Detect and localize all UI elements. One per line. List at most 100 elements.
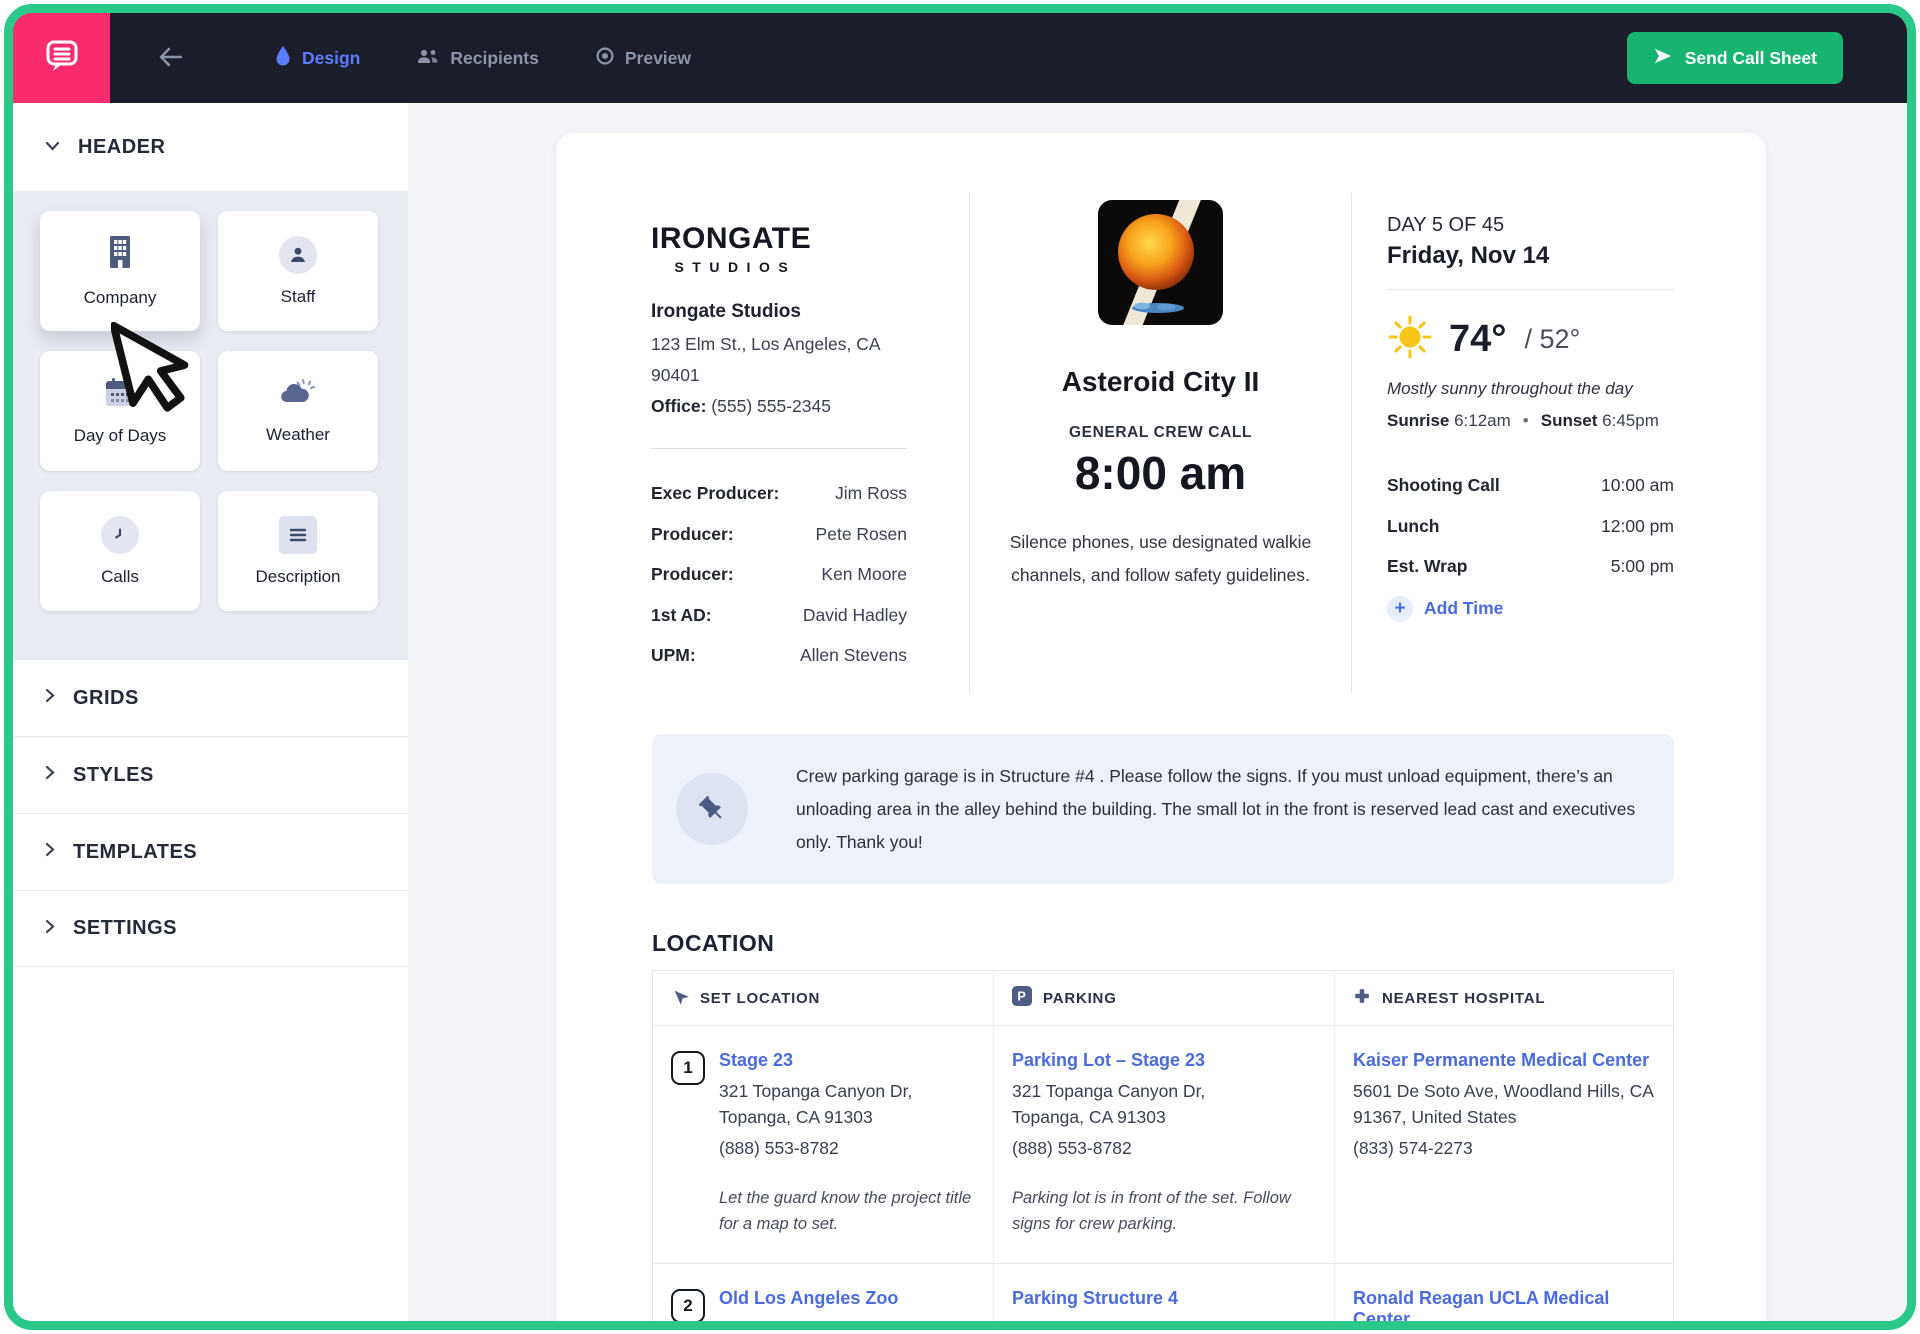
time-row: Lunch12:00 pm (1387, 506, 1674, 547)
tile-company[interactable]: Company (40, 211, 200, 331)
send-button-label: Send Call Sheet (1685, 48, 1817, 69)
person-icon (279, 236, 317, 274)
hospital-cell: Kaiser Permanente Medical Center 5601 De… (1335, 1026, 1675, 1263)
tile-staff[interactable]: Staff (218, 211, 378, 331)
tile-description[interactable]: Description (218, 491, 378, 611)
company-logo-line2: STUDIOS (651, 259, 820, 275)
company-office-line: Office: (555) 555-2345 (651, 391, 907, 422)
sunrise-sunset-row: Sunrise 6:12am•Sunset 6:45pm (1387, 411, 1674, 431)
production-block[interactable]: Asteroid City II GENERAL CREW CALL 8:00 … (969, 193, 1352, 693)
parking-phone: (888) 553-8782 (1012, 1138, 1314, 1159)
weather-summary: Mostly sunny throughout the day (1387, 379, 1674, 399)
parking-cell: Parking Lot – Stage 23 321 Topanga Canyo… (994, 1026, 1335, 1263)
tab-label: Preview (625, 48, 691, 69)
set-location-address: 321 Topanga Canyon Dr, Topanga, CA 91303 (719, 1079, 973, 1130)
parking-link[interactable]: Parking Lot – Stage 23 (1012, 1050, 1314, 1071)
editor-canvas: IRONGATE STUDIOS Irongate Studios 123 El… (408, 103, 1907, 1321)
location-section-title: LOCATION (652, 930, 1766, 957)
calendar-icon (103, 376, 137, 413)
production-title: Asteroid City II (970, 366, 1351, 398)
tile-label: Staff (281, 287, 316, 307)
sidebar: HEADER Company (13, 103, 408, 1321)
clock-icon (101, 516, 139, 554)
set-location-cell: 2 Old Los Angeles Zoo 4801 Griffith Park… (653, 1264, 994, 1330)
tile-label: Calls (101, 567, 139, 587)
crew-row: Producer:Ken Moore (651, 554, 907, 595)
crew-row: 1st AD:David Hadley (651, 595, 907, 636)
back-button[interactable] (158, 46, 184, 71)
tile-weather[interactable]: Weather (218, 351, 378, 471)
company-address: 123 Elm St., Los Angeles, CA 90401 (651, 329, 907, 391)
sidebar-section-templates[interactable]: TEMPLATES (13, 813, 408, 890)
day-date: Friday, Nov 14 (1387, 242, 1674, 270)
crew-list: Exec Producer:Jim Ross Producer:Pete Ros… (651, 473, 907, 676)
production-poster-image[interactable] (1098, 200, 1223, 330)
parking-icon: P (1012, 986, 1032, 1010)
hospital-address: 5601 De Soto Ave, Woodland Hills, CA 913… (1353, 1079, 1655, 1130)
tab-label: Design (302, 48, 360, 69)
parking-cell: Parking Structure 4 4815 Griffith Park D… (994, 1264, 1335, 1330)
cloud-sun-icon (279, 377, 317, 412)
parking-note: Parking lot is in front of the set. Foll… (1012, 1186, 1314, 1237)
note-box[interactable]: Crew parking garage is in Structure #4 .… (652, 734, 1674, 884)
times-list: Shooting Call10:00 am Lunch12:00 pm Est.… (1387, 465, 1674, 587)
crew-call-label: GENERAL CREW CALL (970, 424, 1351, 442)
time-row: Est. Wrap5:00 pm (1387, 546, 1674, 587)
company-logo-line1: IRONGATE (651, 222, 811, 256)
tab-recipients[interactable]: Recipients (416, 46, 539, 71)
crew-instructions: Silence phones, use designated walkie ch… (1000, 526, 1321, 592)
parking-address: 4815 Griffith Park Dr., Los Angeles, CA … (1012, 1317, 1314, 1330)
sidebar-section-styles[interactable]: STYLES (13, 736, 408, 813)
chevron-down-icon (45, 138, 60, 156)
topbar: Design Recipients Preview (13, 13, 1907, 103)
hospital-cell: Ronald Reagan UCLA Medical Center 757 We… (1335, 1264, 1675, 1330)
sunrise-time: 6:12am (1449, 411, 1510, 430)
call-sheet-header: IRONGATE STUDIOS Irongate Studios 123 El… (556, 193, 1766, 693)
company-name: Irongate Studios (651, 301, 907, 323)
set-location-link[interactable]: Stage 23 (719, 1050, 973, 1071)
sidebar-section-settings[interactable]: SETTINGS (13, 890, 408, 967)
sidebar-section-grids[interactable]: GRIDS (13, 659, 408, 736)
paper-plane-icon (1653, 46, 1673, 71)
arrow-left-icon (158, 46, 184, 71)
pushpin-icon (676, 773, 748, 845)
day-count: DAY 5 OF 45 (1387, 214, 1674, 237)
temp-high: 74° (1449, 318, 1506, 361)
tile-day-of-days[interactable]: Day of Days (40, 351, 200, 471)
text-lines-icon (279, 516, 317, 554)
divider (1387, 289, 1674, 290)
parking-link[interactable]: Parking Structure 4 (1012, 1288, 1314, 1309)
sidebar-section-label: SETTINGS (73, 917, 177, 940)
medical-cross-icon (1353, 987, 1371, 1009)
chevron-right-icon (45, 765, 55, 785)
chevron-right-icon (45, 688, 55, 708)
office-label: Office: (651, 396, 706, 416)
send-call-sheet-button[interactable]: Send Call Sheet (1627, 32, 1843, 84)
sidebar-section-label: TEMPLATES (73, 841, 197, 864)
add-time-button[interactable]: + Add Time (1387, 596, 1674, 622)
set-location-note: Let the guard know the project title for… (719, 1186, 973, 1237)
time-row: Shooting Call10:00 am (1387, 465, 1674, 506)
header-parking: P PARKING (994, 971, 1335, 1025)
set-location-link[interactable]: Old Los Angeles Zoo (719, 1288, 973, 1309)
tile-calls[interactable]: Calls (40, 491, 200, 611)
sidebar-section-header[interactable]: HEADER (13, 103, 408, 191)
hospital-phone: (833) 574-2273 (1353, 1138, 1655, 1159)
navigation-pointer-icon (671, 987, 689, 1009)
tab-design[interactable]: Design (274, 45, 360, 72)
parking-address: 321 Topanga Canyon Dr, Topanga, CA 91303 (1012, 1079, 1314, 1130)
crew-call-time: 8:00 am (970, 446, 1351, 500)
sidebar-section-label: HEADER (78, 136, 165, 159)
tab-preview[interactable]: Preview (595, 46, 691, 71)
company-logo: IRONGATE STUDIOS (651, 222, 811, 275)
add-time-label: Add Time (1424, 598, 1503, 619)
call-sheet-document: IRONGATE STUDIOS Irongate Studios 123 El… (556, 133, 1766, 1330)
studiobinder-logo[interactable] (13, 13, 110, 103)
crew-row: UPM:Allen Stevens (651, 635, 907, 676)
day-weather-block[interactable]: DAY 5 OF 45 Friday, Nov 14 74° / 52° Mos… (1352, 193, 1766, 693)
droplet-icon (274, 45, 292, 72)
hospital-link[interactable]: Ronald Reagan UCLA Medical Center (1353, 1288, 1655, 1330)
hospital-link[interactable]: Kaiser Permanente Medical Center (1353, 1050, 1655, 1071)
tab-label: Recipients (450, 48, 539, 69)
company-block[interactable]: IRONGATE STUDIOS Irongate Studios 123 El… (556, 193, 969, 693)
